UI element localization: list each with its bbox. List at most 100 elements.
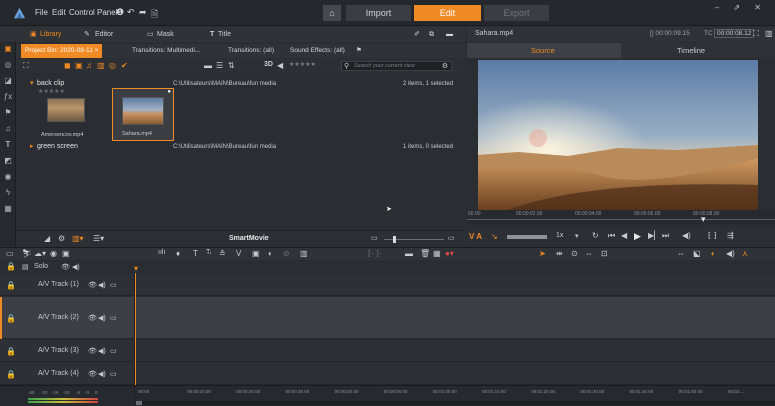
trash-icon[interactable]: 🗑	[420, 249, 430, 258]
film-icon[interactable]: ▣	[252, 249, 260, 258]
3d-icon[interactable]: 3D	[264, 61, 273, 68]
import-mode-button[interactable]: Import	[346, 5, 411, 21]
audio-filter-icon[interactable]: ♫	[86, 61, 92, 70]
details-view-icon[interactable]: ☰▾	[93, 234, 104, 243]
file-tab-project-bin[interactable]: Project Bin: 2020-08-11 ×	[21, 44, 103, 58]
tag-icon[interactable]: ◀	[277, 61, 283, 70]
track-visibility-icon[interactable]: 👁	[88, 314, 97, 322]
playhead-icon[interactable]: ▾	[701, 214, 706, 225]
clip-thumbnail[interactable]	[47, 98, 85, 122]
go-end-icon[interactable]: ⏭	[662, 231, 669, 241]
preview-scrubber[interactable]: 00.00 00:00:02.00 00:00:04.00 00:00:06.0…	[467, 210, 775, 224]
timeline-playhead-icon[interactable]: ▾	[134, 264, 138, 273]
effects-icon[interactable]: ◎	[3, 60, 13, 70]
mark-in-out-icon[interactable]: ⁅ ⁆	[708, 231, 716, 240]
montage-icon[interactable]: ◩	[3, 156, 13, 166]
fx-icon[interactable]: ƒx	[3, 92, 13, 102]
record-icon[interactable]: ●▾	[445, 249, 454, 258]
track-visibility-icon[interactable]: 👁	[88, 370, 97, 378]
transitions-icon[interactable]: ◪	[3, 76, 13, 86]
help-icon[interactable]: ❶	[116, 7, 124, 18]
import-icon[interactable]: ◢	[44, 234, 50, 243]
search-field[interactable]: ⚲ Search your current view ⚙	[341, 61, 452, 71]
tab-mask[interactable]: Mask	[157, 28, 174, 41]
tab-mask-icon[interactable]: ▭	[147, 28, 154, 41]
play-icon[interactable]: ▶	[634, 231, 641, 242]
link-icon[interactable]: ⊘	[283, 249, 290, 258]
track-options-icon[interactable]: ☁▾	[34, 249, 46, 258]
waveform-icon[interactable]: ⋏	[742, 249, 748, 258]
tab-library-icon[interactable]: ▣	[30, 28, 37, 41]
trim-tool-icon[interactable]: ⇹	[556, 249, 563, 258]
step-back-icon[interactable]: ◀	[621, 231, 627, 240]
timecode-field[interactable]: 00:00:08.12	[714, 29, 755, 38]
fullscreen-icon[interactable]: ⛶	[753, 29, 759, 39]
collapse-icon[interactable]: ▾	[30, 79, 34, 89]
trim-icon[interactable]: ↘	[491, 232, 498, 241]
pointer-tool-icon[interactable]: ➤	[539, 249, 546, 258]
lock-icon[interactable]: 🔒	[6, 262, 16, 271]
track-header[interactable]: 🔒 A/V Track (3) 👁 ◀) ▭	[0, 340, 135, 361]
track-row-4[interactable]: 🔒 A/V Track (4) 👁 ◀) ▭	[0, 363, 775, 385]
file-tab-transitions-multimedia[interactable]: Transitions: Multimedi...	[128, 44, 204, 58]
storyboard-icon[interactable]: ◉	[50, 249, 57, 258]
track-monitor-icon[interactable]: ▭	[110, 314, 117, 322]
playhead-line[interactable]	[135, 273, 136, 385]
video-audio-toggle-icon[interactable]: V A	[469, 232, 482, 241]
track-audio-icon[interactable]: ◀)	[98, 370, 106, 378]
marker-icon[interactable]: ⊙	[571, 249, 578, 258]
photo-filter-icon[interactable]: ▣	[75, 61, 83, 70]
layout-icon[interactable]: ⧉	[429, 28, 434, 41]
audio-duck-icon[interactable]: ◖	[710, 249, 715, 258]
volume-timeline-icon[interactable]: ◀)	[726, 249, 735, 258]
save-icon[interactable]: 🗎	[151, 7, 158, 23]
subtitle-icon[interactable]: ≛	[219, 249, 226, 258]
slip-icon[interactable]: ♦	[176, 249, 180, 258]
file-tab-sound-effects[interactable]: Sound Effects: (all)	[286, 44, 349, 58]
volume-icon[interactable]: ◀)	[682, 231, 691, 240]
text-icon[interactable]: T	[193, 249, 198, 258]
audio-mixer-icon[interactable]: ıılı	[158, 249, 165, 256]
track-audio-icon[interactable]: ◀)	[98, 347, 106, 355]
check-filter-icon[interactable]: ✔	[121, 61, 128, 70]
loop-icon[interactable]: ↻	[592, 231, 599, 240]
track-header[interactable]: 🔒 A/V Track (1) 👁 ◀) ▭	[0, 274, 135, 295]
step-forward-icon[interactable]: ▶▏	[648, 231, 660, 240]
text-case-icon[interactable]: Tᵢ	[206, 249, 211, 256]
tab-title-icon[interactable]: T	[210, 28, 214, 41]
folder-icon[interactable]: ▬	[204, 61, 212, 70]
new-tab-icon[interactable]: ⚑	[352, 44, 366, 58]
disc-icon[interactable]: ◉	[3, 172, 13, 182]
track-row-1[interactable]: 🔒 A/V Track (1) 👁 ◀) ▭	[0, 274, 775, 296]
track-audio-icon[interactable]: ◀)	[98, 314, 106, 322]
preview-options-icon[interactable]: ▥	[765, 29, 773, 38]
menu-edit[interactable]: Edit	[52, 8, 66, 17]
audio-icon[interactable]: ◀)	[72, 263, 80, 271]
fit-icon[interactable]: ⊡	[601, 249, 608, 258]
flag-icon[interactable]: ⚑	[3, 108, 13, 118]
track-lock-icon[interactable]: 🔒	[6, 314, 16, 323]
project-filter-icon[interactable]: ▥	[97, 61, 105, 70]
file-tab-transitions-all[interactable]: Transitions: (all)	[224, 44, 278, 58]
track-header[interactable]: 🔒 A/V Track (2) 👁 ◀) ▭	[0, 297, 135, 338]
undo-icon[interactable]: ↶	[127, 7, 135, 18]
timeline-settings-icon[interactable]: ▭	[6, 249, 14, 258]
snapshot-icon[interactable]: ▣	[62, 249, 70, 258]
clip-item[interactable]: Amersencov.mp4	[36, 94, 92, 144]
sort-icon[interactable]: ⇅	[228, 61, 235, 70]
zoom-timeline-icon[interactable]: ⇔	[677, 249, 685, 258]
tab-source[interactable]: Source	[467, 43, 621, 58]
track-lock-icon[interactable]: 🔒	[6, 370, 16, 379]
track-row-3[interactable]: 🔒 A/V Track (3) 👁 ◀) ▭	[0, 340, 775, 362]
smartmovie-button[interactable]: SmartMovie	[229, 235, 269, 242]
track-header[interactable]: 🔒 A/V Track (4) 👁 ◀) ▭	[0, 363, 135, 384]
home-icon[interactable]: ⌂	[323, 5, 341, 21]
filter-icon[interactable]: ⛶	[23, 61, 29, 71]
disc-filter-icon[interactable]: ◎	[109, 61, 116, 70]
list-view-icon[interactable]: ☰	[216, 61, 223, 70]
tab-title[interactable]: Title	[218, 28, 231, 41]
group-header-back-clip[interactable]: ▾ back clip C:\Utilisateurs\MAIN\Bureau\…	[16, 79, 465, 89]
send-to-timeline-icon[interactable]: ⇶	[727, 231, 734, 240]
solo-icon[interactable]: ▤	[22, 263, 29, 271]
scrollbar-thumb[interactable]	[136, 401, 142, 405]
